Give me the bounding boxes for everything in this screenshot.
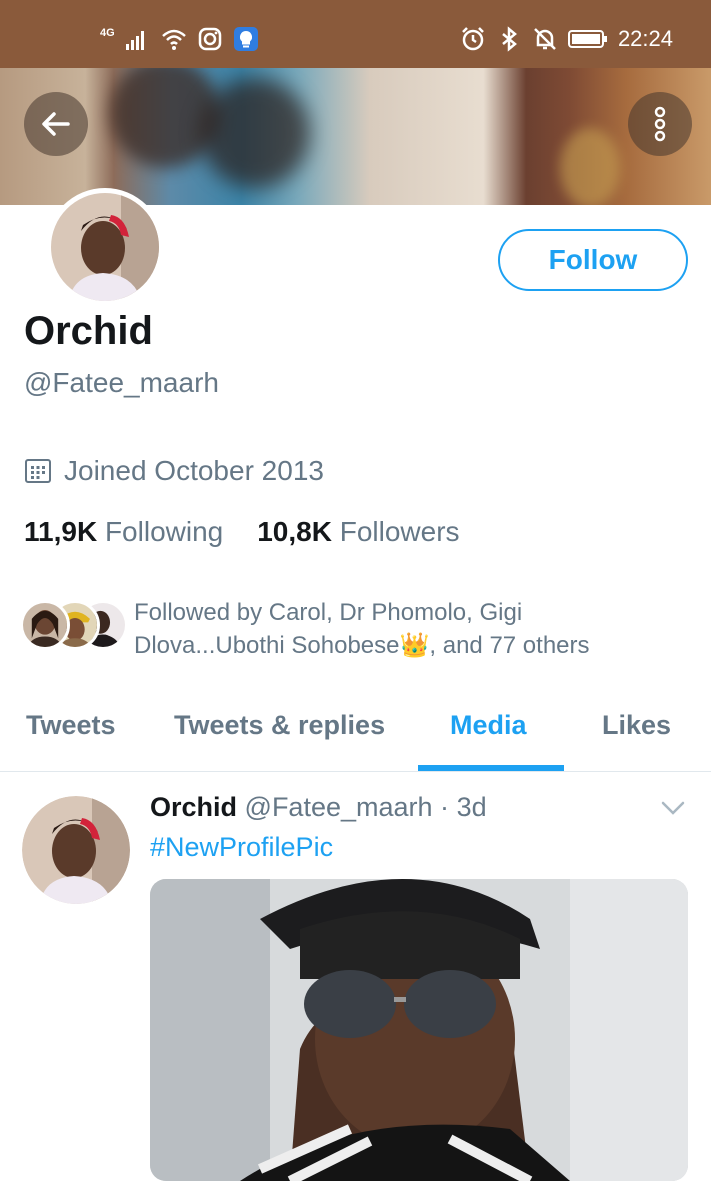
status-bar-left: 4G	[100, 26, 259, 52]
status-bar-right: 22:24	[460, 26, 673, 52]
more-options-button[interactable]	[628, 92, 692, 156]
follow-button[interactable]: Follow	[498, 229, 688, 291]
follower-avatar	[20, 600, 70, 650]
media-photo	[150, 879, 688, 1181]
active-tab-indicator	[418, 765, 564, 771]
following-count: 11,9K	[24, 516, 98, 547]
signal-icon	[125, 31, 144, 50]
profile-handle: @Fatee_maarh	[24, 367, 219, 398]
followed-by-text: Followed by Carol, Dr Phomolo, Gigi Dlov…	[134, 596, 624, 662]
profile-name: Orchid	[24, 309, 153, 353]
tab-tweets-replies[interactable]: Tweets & replies	[174, 710, 385, 741]
network-type: 4G	[100, 27, 115, 39]
avatar-image	[51, 193, 159, 301]
profile-avatar[interactable]	[46, 188, 164, 306]
battery-icon	[567, 30, 607, 48]
joined-date: Joined October 2013	[24, 455, 324, 487]
joined-text: Joined October 2013	[64, 455, 324, 486]
followers-link[interactable]: 10,8K Followers	[257, 516, 459, 548]
tab-media[interactable]: Media	[450, 710, 527, 741]
tweet-time: 3d	[456, 792, 487, 822]
more-vertical-icon	[654, 106, 666, 142]
followers-label: Followers	[339, 516, 460, 547]
follow-counts: 11,9K Following 10,8K Followers	[24, 516, 460, 548]
followed-by[interactable]: Followed by Carol, Dr Phomolo, Gigi Dlov…	[20, 596, 624, 662]
tweet-hashtag[interactable]: #NewProfilePic	[150, 832, 333, 863]
tweet-author-handle: @Fatee_maarh	[244, 792, 433, 822]
avatar-image	[22, 796, 130, 904]
bluetooth-icon	[502, 26, 517, 52]
profile-banner[interactable]	[0, 68, 711, 205]
crown-emoji: 👑	[399, 632, 430, 659]
profile-tabs: Tweets Tweets & replies Media Likes	[0, 700, 711, 772]
tweet-header: Orchid @Fatee_maarh · 3d	[150, 792, 487, 823]
instagram-icon	[198, 27, 221, 51]
followers-count: 10,8K	[257, 516, 332, 547]
bell-off-icon	[534, 28, 556, 50]
following-link[interactable]: 11,9K Following	[24, 516, 223, 548]
status-bar: 4G 22:24	[0, 0, 711, 68]
following-label: Following	[104, 516, 224, 547]
calendar-icon	[25, 459, 51, 483]
banner-image-part	[200, 78, 310, 188]
tweet-author-avatar[interactable]	[22, 796, 130, 904]
tab-likes[interactable]: Likes	[602, 710, 671, 741]
bulb-app-icon	[233, 27, 258, 51]
alarm-icon	[462, 27, 484, 51]
tweet-separator: ·	[440, 792, 450, 822]
back-button[interactable]	[24, 92, 88, 156]
chevron-down-icon[interactable]	[660, 798, 686, 818]
tweet-author-name[interactable]: Orchid	[150, 792, 237, 822]
arrow-left-icon	[42, 112, 70, 136]
banner-image-part	[560, 128, 620, 205]
clock: 22:24	[617, 26, 673, 51]
wifi-icon	[161, 29, 186, 50]
tab-tweets[interactable]: Tweets	[26, 710, 116, 741]
followed-by-others: , and 77 others	[429, 632, 590, 659]
followed-by-avatars	[20, 600, 128, 656]
tweet-media-image[interactable]	[150, 879, 688, 1181]
